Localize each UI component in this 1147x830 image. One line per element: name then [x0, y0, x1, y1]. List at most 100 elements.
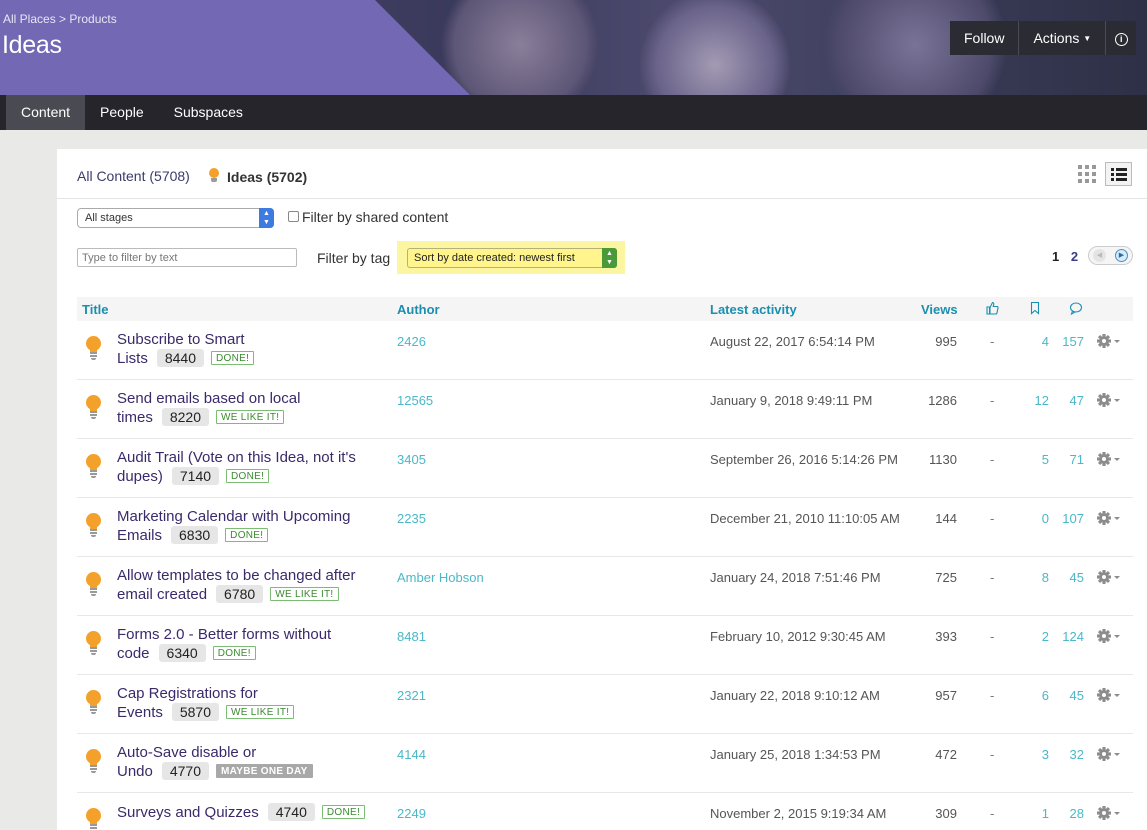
tab-people[interactable]: People: [85, 95, 159, 130]
bookmarks-count[interactable]: 2: [1017, 629, 1049, 644]
likes-count: -: [990, 570, 995, 585]
idea-title-link[interactable]: code: [117, 645, 150, 662]
header-actions: Follow Actions ▼ i: [950, 21, 1137, 55]
author-link[interactable]: 2321: [397, 688, 426, 703]
author-link[interactable]: 2249: [397, 806, 426, 821]
bookmark-icon[interactable]: [1028, 301, 1042, 315]
idea-title-link[interactable]: Subscribe to Smart: [117, 331, 245, 348]
bookmarks-count[interactable]: 8: [1017, 570, 1049, 585]
idea-title-link[interactable]: Emails: [117, 527, 162, 544]
lightbulb-icon: [86, 395, 101, 419]
idea-title-line2: times 8220 WE LIKE IT!: [117, 408, 285, 426]
gear-icon[interactable]: [1097, 746, 1123, 762]
bookmarks-count[interactable]: 1: [1017, 806, 1049, 821]
author-link[interactable]: 4144: [397, 747, 426, 762]
content-panel: All Content (5708) Ideas (5702) All stag…: [57, 149, 1147, 830]
gear-icon[interactable]: [1097, 628, 1123, 644]
comments-count[interactable]: 45: [1052, 570, 1084, 585]
col-author[interactable]: Author: [397, 302, 440, 317]
vote-count: 4770: [161, 762, 210, 780]
col-title[interactable]: Title: [82, 302, 109, 317]
comment-icon[interactable]: [1069, 301, 1083, 315]
author-link[interactable]: 2235: [397, 511, 426, 526]
vote-count: 6340: [158, 644, 206, 662]
idea-title-link[interactable]: Events: [117, 704, 163, 721]
idea-title-link[interactable]: dupes): [117, 468, 163, 485]
idea-title-link[interactable]: times: [117, 409, 153, 426]
vote-count: 8220: [161, 408, 209, 426]
author-link[interactable]: 3405: [397, 452, 426, 467]
idea-title-link[interactable]: Marketing Calendar with Upcoming: [117, 508, 350, 525]
lightbulb-icon: [209, 168, 219, 184]
comments-count[interactable]: 107: [1052, 511, 1084, 526]
gear-icon[interactable]: [1097, 805, 1123, 821]
sort-select[interactable]: Sort by date created: newest first ▲ ▼: [407, 248, 617, 268]
gear-icon[interactable]: [1097, 510, 1123, 526]
idea-title-link[interactable]: Forms 2.0 - Better forms without: [117, 626, 331, 643]
idea-title-line2: Lists 8440 DONE!: [117, 349, 255, 367]
ideas-tab[interactable]: Ideas (5702): [209, 168, 307, 185]
latest-activity: February 10, 2012 9:30:45 AM: [710, 629, 886, 644]
views-count: 957: [935, 688, 957, 703]
idea-title-link[interactable]: Undo: [117, 763, 153, 780]
page-2[interactable]: 2: [1071, 249, 1078, 264]
author-link[interactable]: 2426: [397, 334, 426, 349]
comments-count[interactable]: 47: [1052, 393, 1084, 408]
next-page-icon[interactable]: ▶: [1115, 249, 1128, 262]
author-link[interactable]: Amber Hobson: [397, 570, 484, 585]
comments-count[interactable]: 71: [1052, 452, 1084, 467]
gear-icon[interactable]: [1097, 687, 1123, 703]
idea-title-line2: Surveys and Quizzes 4740 DONE!: [117, 803, 366, 821]
author-link[interactable]: 12565: [397, 393, 433, 408]
bookmarks-count[interactable]: 12: [1017, 393, 1049, 408]
follow-button[interactable]: Follow: [950, 21, 1020, 55]
info-icon: i: [1114, 32, 1128, 46]
table-header: Title Author Latest activity Views: [77, 297, 1133, 321]
idea-title-line2: code 6340 DONE!: [117, 644, 256, 662]
bookmarks-count[interactable]: 0: [1017, 511, 1049, 526]
gear-icon[interactable]: [1097, 451, 1123, 467]
comments-count[interactable]: 28: [1052, 806, 1084, 821]
grid-view-icon[interactable]: [1076, 163, 1098, 185]
idea-title-link[interactable]: Auto-Save disable or: [117, 744, 256, 761]
table-row: Forms 2.0 - Better forms without code 63…: [77, 616, 1133, 675]
idea-title-link[interactable]: Send emails based on local: [117, 390, 300, 407]
col-views[interactable]: Views: [921, 302, 958, 317]
pager-arrows: ◀ ▶: [1088, 246, 1133, 265]
tab-subspaces[interactable]: Subspaces: [159, 95, 258, 130]
gear-icon[interactable]: [1097, 392, 1123, 408]
comments-count[interactable]: 157: [1052, 334, 1084, 349]
list-view-icon[interactable]: [1105, 162, 1132, 186]
shared-content-checkbox[interactable]: [288, 211, 299, 222]
thumbs-up-icon[interactable]: [985, 301, 999, 315]
idea-title-link[interactable]: Allow templates to be changed after: [117, 567, 355, 584]
idea-title-link[interactable]: Audit Trail (Vote on this Idea, not it's: [117, 449, 356, 466]
table-row: Allow templates to be changed after emai…: [77, 557, 1133, 616]
actions-button[interactable]: Actions ▼: [1019, 21, 1107, 55]
gear-icon[interactable]: [1097, 569, 1123, 585]
idea-title-link[interactable]: Cap Registrations for: [117, 685, 258, 702]
idea-title-link[interactable]: Lists: [117, 350, 148, 367]
all-content-tab[interactable]: All Content (5708): [77, 168, 190, 184]
filter-by-tag-link[interactable]: Filter by tag: [317, 250, 390, 266]
idea-title-link[interactable]: email created: [117, 586, 207, 603]
author-link[interactable]: 8481: [397, 629, 426, 644]
comments-count[interactable]: 45: [1052, 688, 1084, 703]
bookmarks-count[interactable]: 4: [1017, 334, 1049, 349]
comments-count[interactable]: 32: [1052, 747, 1084, 762]
col-latest-activity[interactable]: Latest activity: [710, 302, 797, 317]
tab-content[interactable]: Content: [6, 95, 86, 130]
idea-title-link[interactable]: Surveys and Quizzes: [117, 804, 259, 821]
text-filter-input[interactable]: [77, 248, 297, 267]
prev-page-icon[interactable]: ◀: [1093, 249, 1106, 262]
bookmarks-count[interactable]: 5: [1017, 452, 1049, 467]
likes-count: -: [990, 806, 995, 821]
bookmarks-count[interactable]: 6: [1017, 688, 1049, 703]
page-1[interactable]: 1: [1052, 249, 1059, 264]
comments-count[interactable]: 124: [1052, 629, 1084, 644]
gear-icon[interactable]: [1097, 333, 1123, 349]
stage-select[interactable]: All stages ▲ ▼: [77, 208, 274, 228]
breadcrumb[interactable]: All Places > Products: [3, 12, 117, 26]
bookmarks-count[interactable]: 3: [1017, 747, 1049, 762]
info-button[interactable]: i: [1106, 21, 1137, 55]
